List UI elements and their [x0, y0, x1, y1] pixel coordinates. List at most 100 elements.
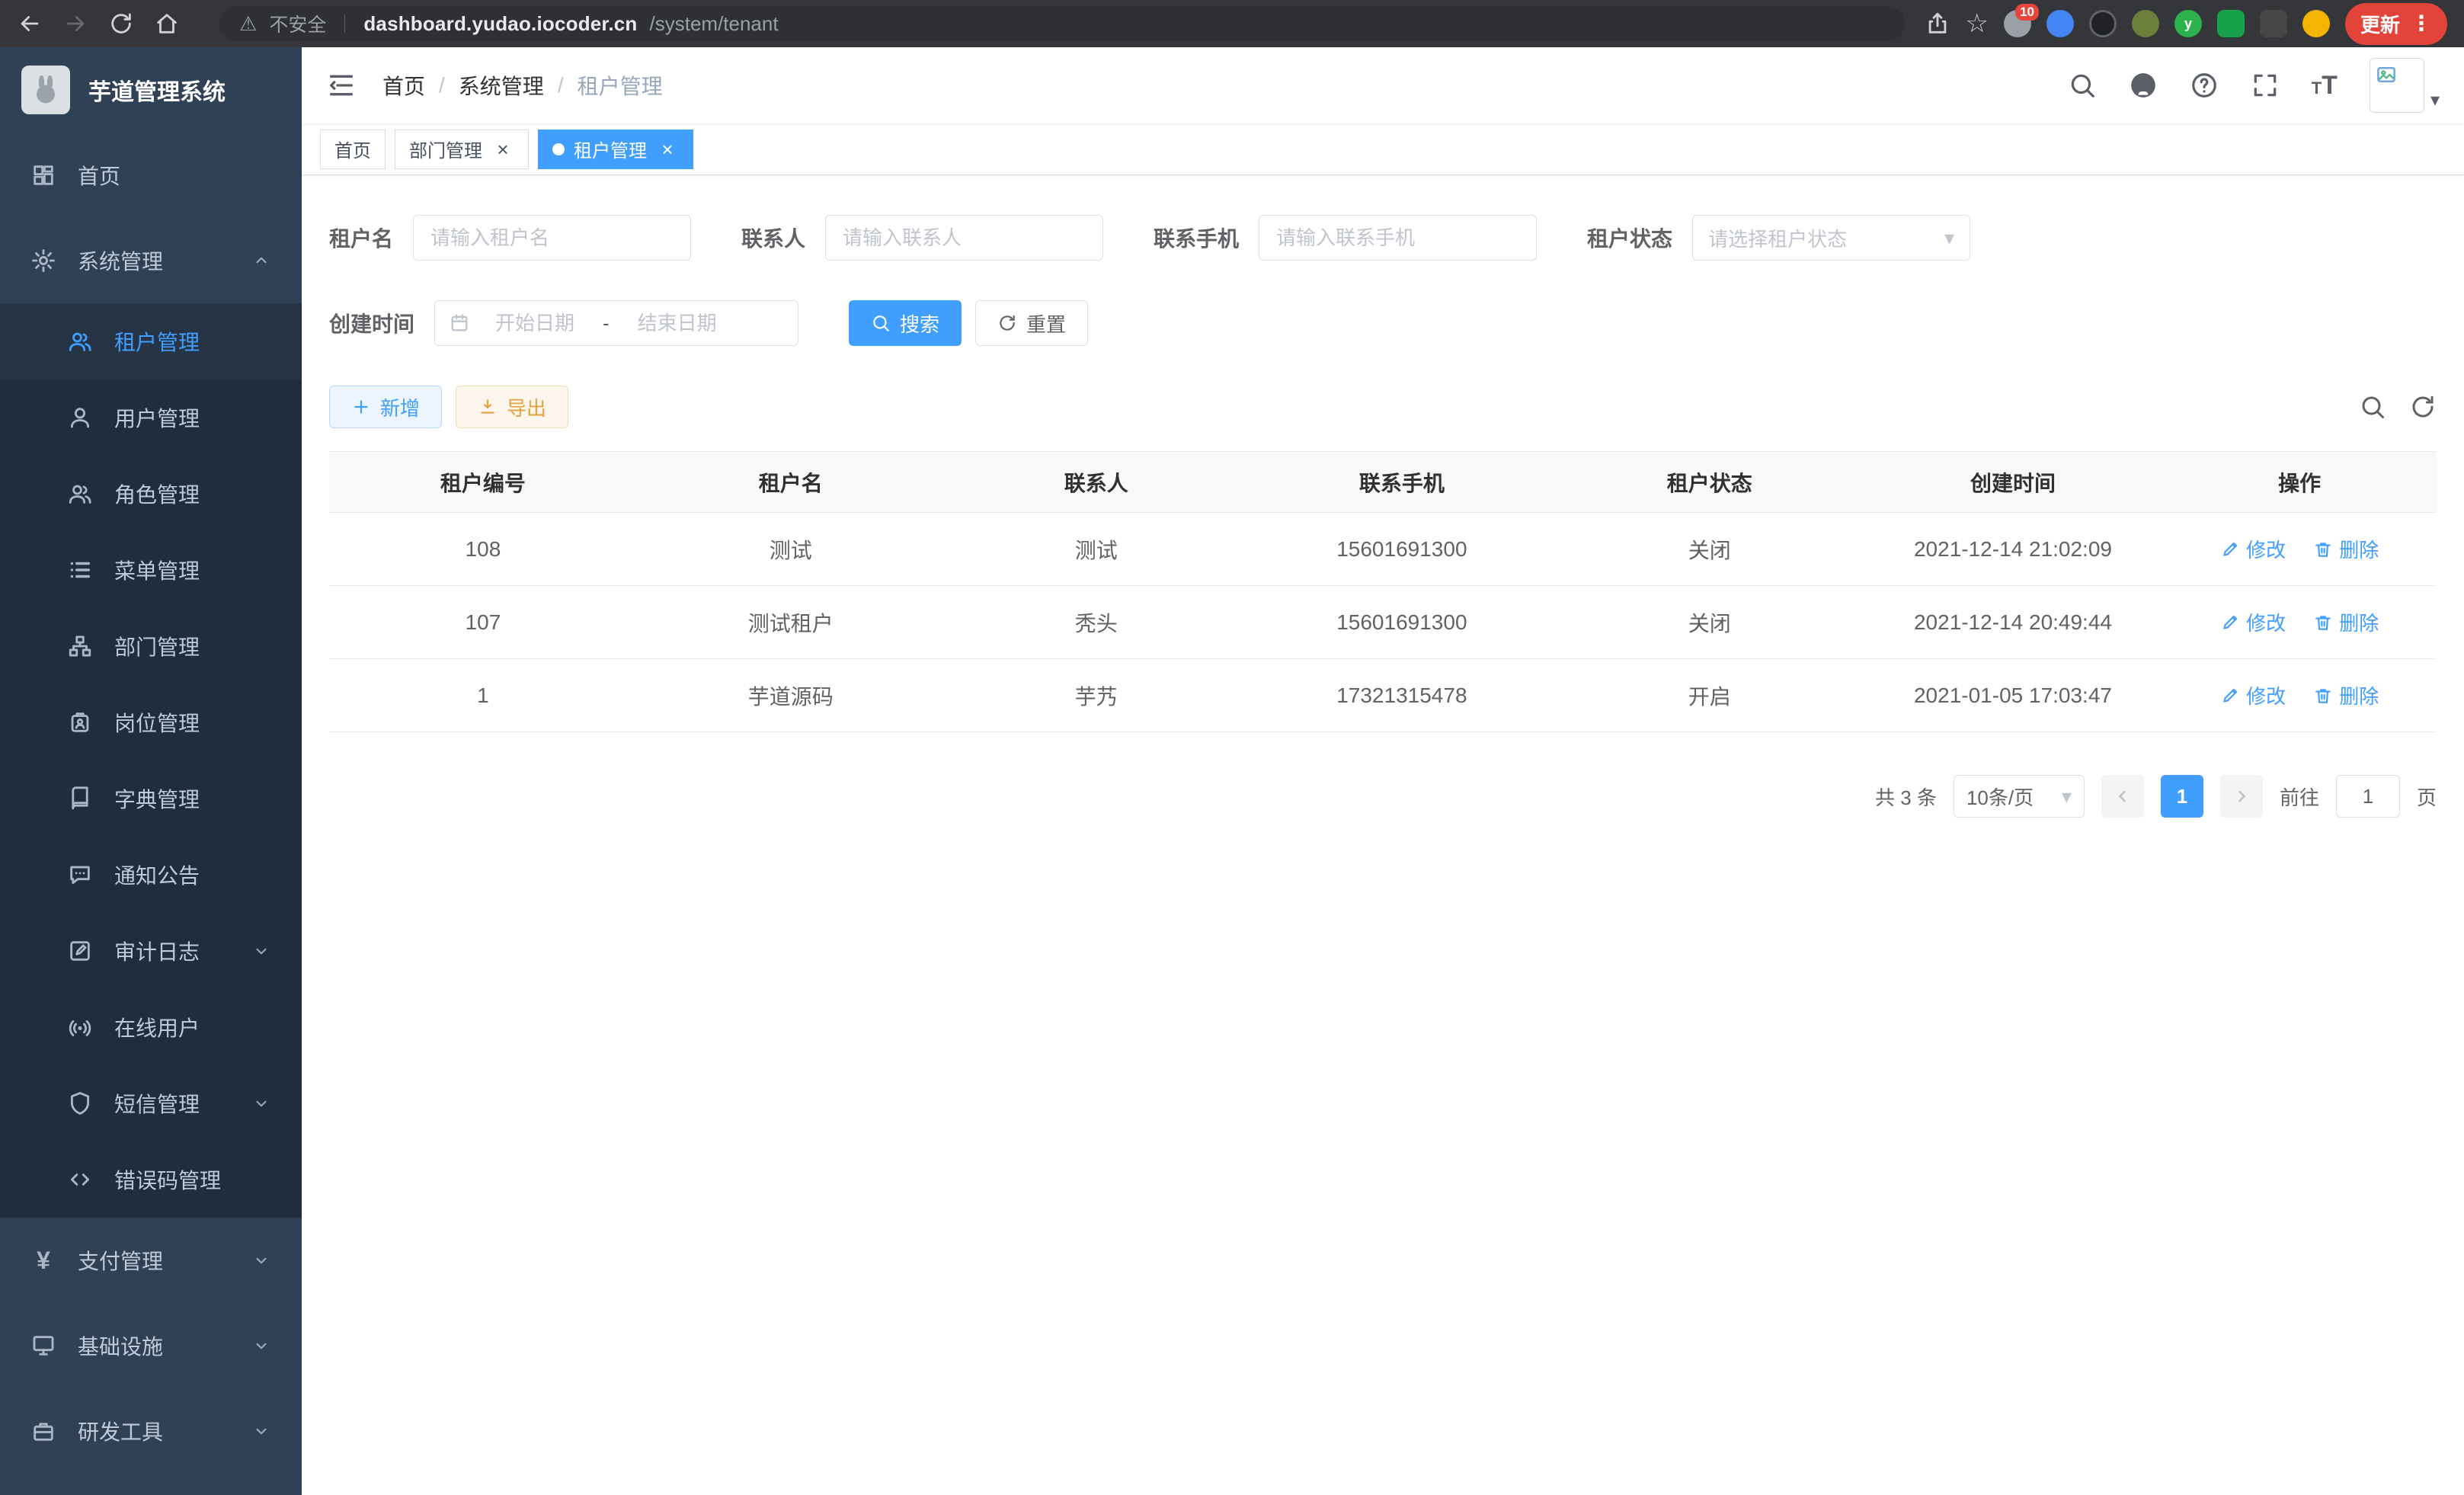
- close-icon[interactable]: ×: [491, 138, 514, 161]
- sidebar-item-home[interactable]: 首页: [0, 133, 302, 218]
- sidebar-item-online-users[interactable]: 在线用户: [0, 989, 302, 1065]
- share-icon[interactable]: [1925, 11, 1950, 37]
- sidebar-item-role[interactable]: 角色管理: [0, 456, 302, 532]
- sidebar-item-post[interactable]: 岗位管理: [0, 684, 302, 760]
- user-menu[interactable]: ▾: [2370, 58, 2440, 113]
- sidebar-item-menu[interactable]: 菜单管理: [0, 532, 302, 608]
- sidebar-item-label: 短信管理: [114, 1088, 200, 1119]
- date-end-input[interactable]: [617, 312, 738, 335]
- reset-button[interactable]: 重置: [975, 300, 1088, 346]
- goto-page-input[interactable]: [2336, 775, 2400, 818]
- cell-created: 2021-01-05 17:03:47: [1864, 659, 2163, 732]
- chevron-right-icon: [2231, 786, 2252, 807]
- tab-dept[interactable]: 部门管理 ×: [395, 130, 529, 169]
- status-label: 租户状态: [1587, 222, 1672, 253]
- tab-tenant[interactable]: 租户管理 ×: [538, 130, 693, 169]
- overflow-menu-icon[interactable]: ⋮: [2411, 13, 2432, 34]
- divider: [344, 14, 345, 33]
- home-icon[interactable]: [154, 11, 180, 37]
- extension-icon[interactable]: [2260, 10, 2287, 37]
- status-select[interactable]: 请选择租户状态 ▾: [1692, 215, 1970, 261]
- sidebar-item-dict[interactable]: 字典管理: [0, 760, 302, 837]
- tenant-name-input[interactable]: [413, 215, 691, 261]
- forward-icon[interactable]: [62, 11, 88, 37]
- reload-icon[interactable]: [108, 11, 134, 37]
- current-page-button[interactable]: 1: [2161, 775, 2203, 818]
- sidebar-item-payment[interactable]: ¥ 支付管理: [0, 1218, 302, 1303]
- address-bar[interactable]: ⚠ 不安全 dashboard.yudao.iocoder.cn/system/…: [219, 6, 1905, 41]
- extension-icon[interactable]: [2302, 10, 2330, 37]
- extension-icon[interactable]: [2046, 10, 2074, 37]
- sidebar-item-dev-tools[interactable]: 研发工具: [0, 1388, 302, 1474]
- github-icon[interactable]: [2129, 71, 2158, 100]
- avatar[interactable]: [2370, 58, 2424, 113]
- filter-row-1: 租户名 联系人 联系手机 租户状态 请选择租户状态 ▾: [329, 215, 2437, 261]
- edit-link[interactable]: 修改: [2220, 681, 2286, 709]
- prev-page-button[interactable]: [2101, 775, 2144, 818]
- edit-link[interactable]: 修改: [2220, 535, 2286, 563]
- sidebar-item-tenant[interactable]: 租户管理: [0, 303, 302, 379]
- extension-icon[interactable]: [2132, 10, 2159, 37]
- date-start-input[interactable]: [475, 312, 595, 335]
- bookmark-star-icon[interactable]: ☆: [1966, 8, 1989, 39]
- phone-input[interactable]: [1259, 215, 1537, 261]
- org-tree-icon: [67, 633, 93, 659]
- toggle-search-icon[interactable]: [2359, 393, 2386, 421]
- help-icon[interactable]: [2190, 71, 2219, 100]
- sidebar-item-label: 部门管理: [114, 631, 200, 661]
- sidebar-item-audit-log[interactable]: 审计日志: [0, 913, 302, 989]
- sidebar-item-label: 岗位管理: [114, 707, 200, 738]
- update-button[interactable]: 更新 ⋮: [2345, 3, 2447, 45]
- sidebar-item-dept[interactable]: 部门管理: [0, 608, 302, 684]
- page-content: 租户名 联系人 联系手机 租户状态 请选择租户状态 ▾: [302, 175, 2464, 1495]
- pagination: 共 3 条 10条/页 ▾ 1 前往 页: [329, 775, 2437, 818]
- edit-label: 修改: [2246, 681, 2286, 709]
- id-badge-icon: [67, 709, 93, 735]
- sidebar-item-error-code[interactable]: 错误码管理: [0, 1141, 302, 1218]
- extension-icon[interactable]: y: [2174, 10, 2202, 37]
- book-icon: [67, 786, 93, 812]
- add-button[interactable]: 新增: [329, 386, 442, 428]
- logo[interactable]: 芋道管理系统: [0, 47, 302, 133]
- extension-icon[interactable]: [2089, 10, 2117, 37]
- delete-link[interactable]: 删除: [2313, 608, 2379, 636]
- date-range-picker[interactable]: -: [434, 300, 798, 346]
- cell-created: 2021-12-14 20:49:44: [1864, 586, 2163, 659]
- breadcrumb-system[interactable]: 系统管理: [459, 70, 544, 101]
- sidebar-item-infrastructure[interactable]: 基础设施: [0, 1303, 302, 1388]
- sidebar-item-label: 系统管理: [78, 245, 163, 276]
- cell-phone: 17321315478: [1248, 659, 1556, 732]
- chevron-down-icon: [251, 1421, 271, 1441]
- fullscreen-icon[interactable]: [2251, 71, 2280, 100]
- page-size-value: 10条/页: [1966, 783, 2034, 811]
- contact-input[interactable]: [825, 215, 1103, 261]
- delete-link[interactable]: 删除: [2313, 681, 2379, 709]
- sidebar-item-system[interactable]: 系统管理: [0, 218, 302, 303]
- export-button[interactable]: 导出: [456, 386, 568, 428]
- extension-icon[interactable]: [2217, 10, 2245, 37]
- tab-home[interactable]: 首页: [320, 130, 386, 169]
- delete-link[interactable]: 删除: [2313, 535, 2379, 563]
- extension-icon[interactable]: 10: [2004, 10, 2031, 37]
- sidebar-item-sms[interactable]: 短信管理: [0, 1065, 302, 1141]
- edit-label: 修改: [2246, 535, 2286, 563]
- sidebar-item-label: 在线用户: [114, 1012, 200, 1042]
- font-size-icon[interactable]: TT: [2312, 71, 2338, 101]
- pencil-icon: [2220, 686, 2240, 706]
- edit-link[interactable]: 修改: [2220, 608, 2286, 636]
- refresh-icon[interactable]: [2409, 393, 2437, 421]
- close-icon[interactable]: ×: [656, 138, 679, 161]
- breadcrumb-home[interactable]: 首页: [382, 70, 425, 101]
- back-icon[interactable]: [17, 11, 43, 37]
- security-label[interactable]: 不安全: [269, 10, 326, 37]
- search-icon[interactable]: [2068, 71, 2097, 100]
- next-page-button[interactable]: [2220, 775, 2263, 818]
- cell-name: 芋道源码: [637, 659, 945, 732]
- page-size-select[interactable]: 10条/页 ▾: [1954, 775, 2085, 818]
- hamburger-icon[interactable]: [326, 70, 357, 101]
- logo-image: [21, 66, 70, 114]
- search-button[interactable]: 搜索: [849, 300, 962, 346]
- sidebar-item-notice[interactable]: 通知公告: [0, 837, 302, 913]
- cell-status: 关闭: [1556, 586, 1864, 659]
- sidebar-item-user[interactable]: 用户管理: [0, 379, 302, 456]
